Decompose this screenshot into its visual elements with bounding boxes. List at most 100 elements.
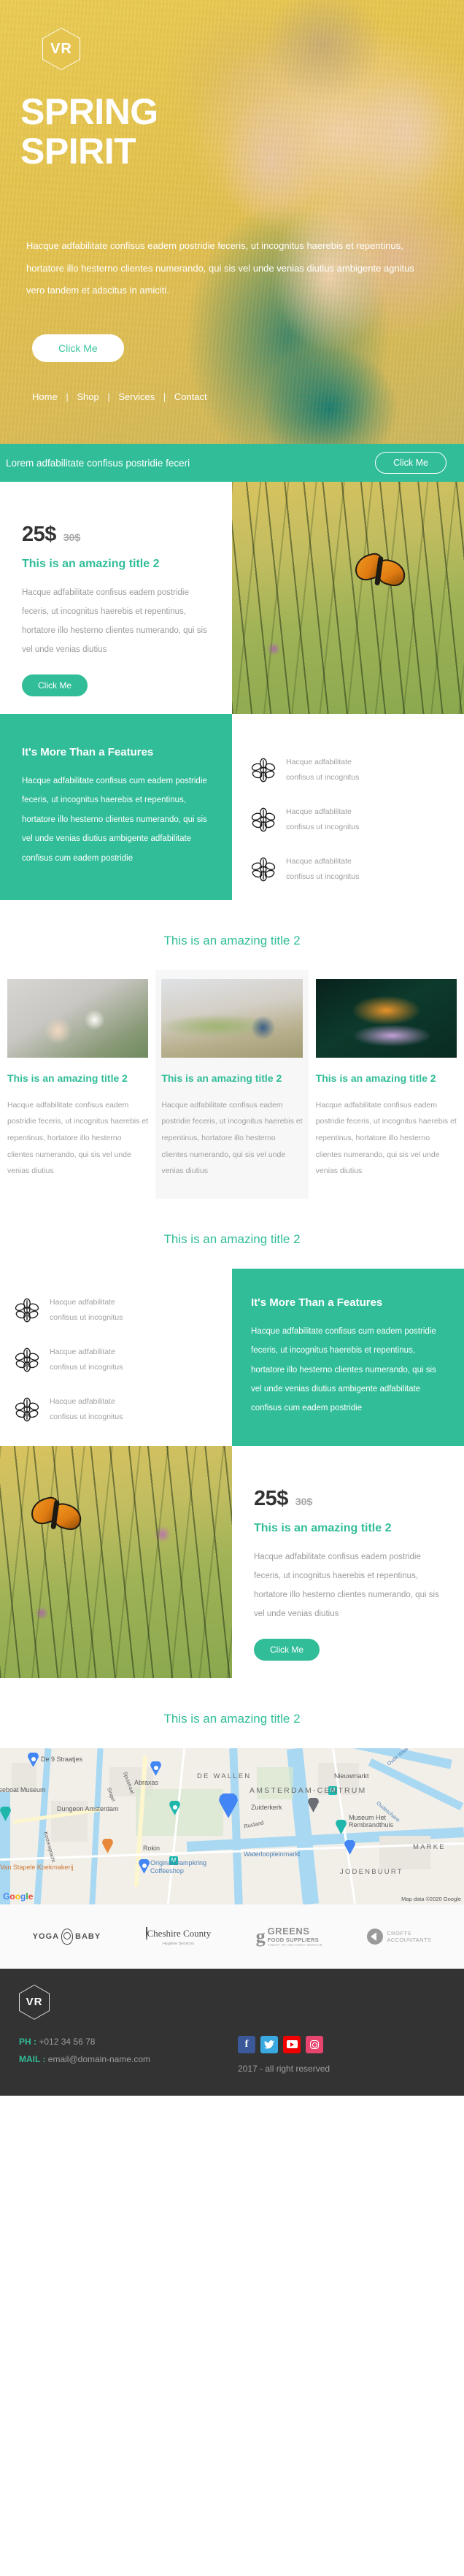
hero-section: VR SPRING SPIRIT Hacque adfabilitate con…	[0, 0, 464, 444]
card-body: Hacque adfabilitate confisus eadem postr…	[7, 1100, 149, 1176]
features-list-top: Hacque adfabilitate confisus ut incognit…	[232, 714, 464, 900]
price-section-bottom: 25$ 30$ This is an amazing title 2 Hacqu…	[0, 1445, 464, 1678]
price-text-bottom: 25$ 30$ This is an amazing title 2 Hacqu…	[232, 1446, 464, 1678]
youtube-icon[interactable]	[283, 2035, 301, 2053]
map-label: De 9 Straatjes	[41, 1755, 83, 1763]
footer-social-area: f 2017 - all right reserved	[238, 2033, 445, 2074]
map-label: Nieuwmarkt	[334, 1772, 369, 1780]
feature-line-2: confisus ut incognitus	[50, 1312, 123, 1322]
card-title: This is an amazing title 2	[161, 1072, 282, 1085]
feature-item-text: Hacque adfabilitate confisus ut incognit…	[50, 1295, 123, 1326]
card-item[interactable]: This is an amazing title 2 Hacque adfabi…	[310, 970, 463, 1199]
price-original: 30$	[63, 531, 81, 543]
price-body-top: Hacque adfabilitate confisus eadem postr…	[22, 588, 207, 654]
client-logo-cheshire-county: Cheshire County Hygiene Services	[145, 1926, 212, 1946]
cta-bar-text: Lorem adfabilitate confisus postridie fe…	[6, 457, 190, 469]
feature-item: Hacque adfabilitate confisus ut incognit…	[15, 1345, 220, 1375]
facebook-icon[interactable]: f	[238, 2035, 255, 2053]
brand-logo[interactable]: VR	[42, 28, 80, 70]
feature-line-2: confisus ut incognitus	[50, 1412, 123, 1421]
instagram-icon[interactable]	[306, 2035, 323, 2053]
nav-item-shop[interactable]: Shop	[77, 391, 98, 402]
page-footer: VR PH : +012 34 56 78 MAIL : email@domai…	[0, 1968, 464, 2096]
card-item[interactable]: This is an amazing title 2 Hacque adfabi…	[155, 970, 309, 1199]
feature-line-1: Hacque adfabilitate	[50, 1347, 115, 1356]
pin-dot	[31, 1756, 36, 1761]
nav-item-home[interactable]: Home	[32, 391, 58, 402]
client-logos-section: YOGA BABY Cheshire County Hygiene Servic…	[0, 1904, 464, 1969]
features-panel-bottom: It's More Than a Features Hacque adfabil…	[232, 1268, 464, 1446]
feature-line-2: confisus ut incognitus	[286, 823, 360, 831]
card-image	[161, 979, 303, 1058]
map-label: AMSTERDAM-CENTRUM	[250, 1785, 367, 1795]
feature-item: Hacque adfabilitate confisus ut incognit…	[251, 755, 449, 785]
price-section-top: 25$ 30$ This is an amazing title 2 Hacqu…	[0, 482, 464, 714]
features-body-bottom: Hacque adfabilitate confisus cum eadem p…	[251, 1326, 436, 1413]
cta-bar-button[interactable]: Click Me	[375, 452, 446, 474]
features-section-bottom: Hacque adfabilitate confisus ut incognit…	[0, 1268, 464, 1446]
features-heading-top: It's More Than a Features	[22, 746, 154, 758]
map-label: Waterloopleinmarkt	[244, 1850, 301, 1858]
flower-icon	[15, 1397, 39, 1422]
card-image	[7, 979, 149, 1058]
footer-phone-value[interactable]: +012 34 56 78	[39, 2037, 95, 2047]
image-stems-overlay	[232, 482, 464, 714]
crofts-mark-icon	[367, 1928, 384, 1945]
google-logo: Google	[3, 1891, 34, 1902]
greens-mark-icon: g	[255, 1925, 266, 1947]
brand-logo-text: VR	[50, 40, 72, 57]
flower-field-image-top	[232, 482, 464, 714]
map-section[interactable]: M M De 9 Straatjes Abraxas DE WALLEN Nie…	[0, 1748, 464, 1904]
yoga-baby-part1: YOGA	[32, 1931, 60, 1941]
feature-item-text: Hacque adfabilitate confisus ut incognit…	[286, 854, 359, 885]
nav-item-services[interactable]: Services	[118, 391, 155, 402]
hero-cta-button[interactable]: Click Me	[32, 334, 124, 362]
feature-item-text: Hacque adfabilitate confisus ut incognit…	[50, 1345, 123, 1375]
map-label: Abraxas	[134, 1778, 159, 1786]
feature-line-1: Hacque adfabilitate	[50, 1396, 115, 1406]
footer-mail-value[interactable]: email@domain-name.com	[48, 2054, 150, 2064]
cheshire-name: Cheshire County	[147, 1927, 212, 1939]
cheshire-logo: Cheshire County Hygiene Services	[145, 1926, 212, 1946]
price-title-bottom: This is an amazing title 2	[254, 1521, 392, 1534]
price-current: 25$	[254, 1486, 288, 1510]
hero-title-line2: SPIRIT	[20, 131, 136, 172]
feature-item-text: Hacque adfabilitate confisus ut incognit…	[286, 755, 359, 785]
map-label: Van Stapele Koekmakerij	[0, 1863, 74, 1871]
footer-contact: PH : +012 34 56 78 MAIL : email@domain-n…	[19, 2033, 238, 2074]
card-body: Hacque adfabilitate confisus eadem postr…	[161, 1100, 303, 1176]
instagram-camera-glyph	[310, 2039, 319, 2049]
map-label: MARKE	[413, 1842, 446, 1851]
flower-icon	[15, 1298, 39, 1323]
card-item[interactable]: This is an amazing title 2 Hacque adfabi…	[1, 970, 154, 1199]
price-cta-button-bottom[interactable]: Click Me	[254, 1638, 320, 1661]
feature-line-1: Hacque adfabilitate	[50, 1297, 115, 1307]
card-title: This is an amazing title 2	[7, 1072, 128, 1085]
hero-content: VR	[0, 28, 464, 70]
features-heading-bottom: It's More Than a Features	[251, 1296, 383, 1309]
footer-phone-label: PH :	[19, 2036, 36, 2047]
nav-item-contact[interactable]: Contact	[174, 391, 207, 402]
footer-mail-label: MAIL :	[19, 2053, 46, 2064]
footer-brand-logo[interactable]: VR	[19, 1984, 50, 2020]
map-label: Museum Het Rembrandthuis	[349, 1813, 394, 1829]
twitter-icon[interactable]	[260, 2035, 278, 2053]
feature-line-1: Hacque adfabilitate	[286, 807, 352, 816]
hero-paragraph: Hacque adfabilitate confisus eadem postr…	[26, 240, 414, 296]
hero-title-line1: SPRING	[20, 91, 158, 132]
price-cta-button-top[interactable]: Click Me	[22, 674, 88, 696]
features-body-top: Hacque adfabilitate confisus cum eadem p…	[22, 777, 207, 863]
hero-title: SPRING SPIRIT	[20, 93, 158, 169]
footer-copyright: 2017 - all right reserved	[238, 2063, 330, 2074]
email-newsletter-page: VR SPRING SPIRIT Hacque adfabilitate con…	[0, 0, 464, 2096]
map-label: Rokin	[143, 1844, 161, 1852]
nav-separator: |	[66, 391, 69, 402]
flower-icon	[251, 758, 276, 783]
youtube-play-glyph	[286, 2040, 298, 2049]
pin-dot	[153, 1765, 158, 1770]
features-section-top: It's More Than a Features Hacque adfabil…	[0, 714, 464, 901]
card-body: Hacque adfabilitate confisus eadem postr…	[315, 1100, 457, 1176]
crofts-line2: ACCOUNTANTS	[387, 1936, 432, 1943]
feature-item-text: Hacque adfabilitate confisus ut incognit…	[286, 804, 359, 835]
client-logo-yoga-baby: YOGA BABY	[32, 1928, 101, 1945]
